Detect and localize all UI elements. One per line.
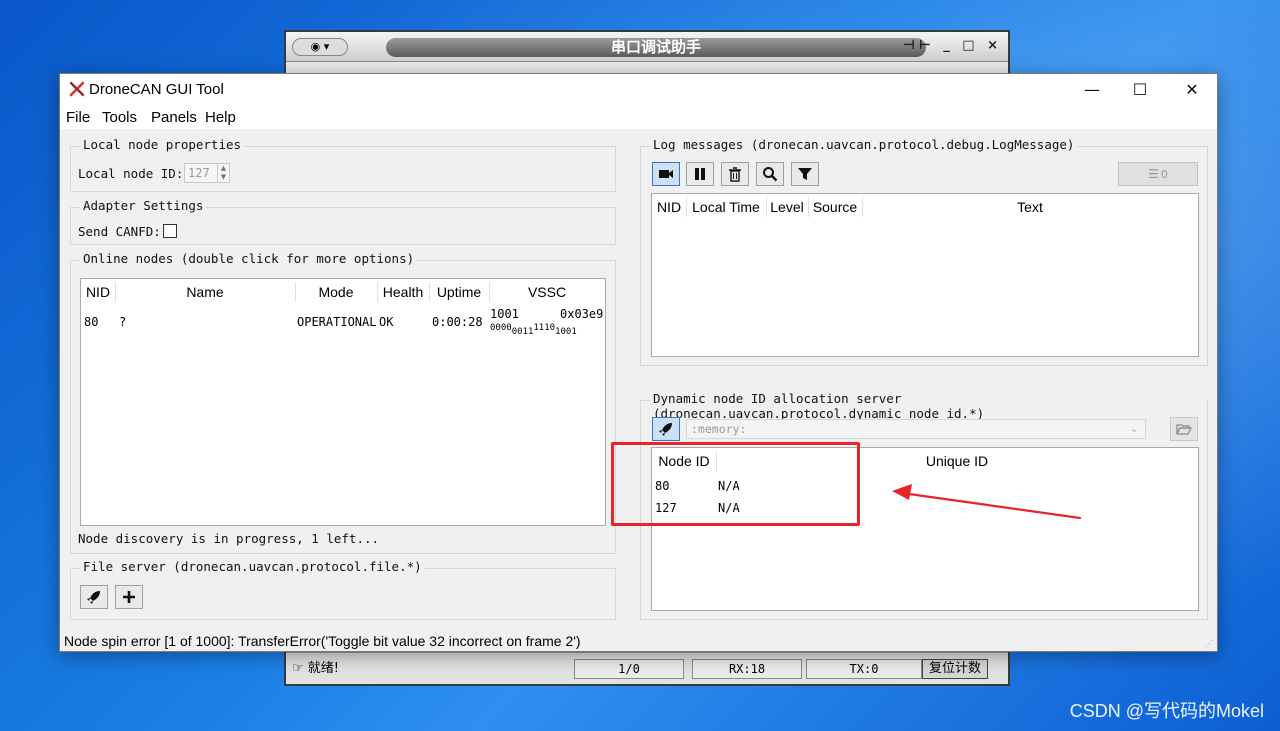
local-node-group-title: Local node properties bbox=[80, 137, 245, 152]
serial-rx-count: RX:18 bbox=[692, 659, 802, 679]
hand-pointer-icon: ☞ bbox=[292, 661, 304, 676]
column-header-nid[interactable]: NID bbox=[81, 279, 115, 305]
serial-window-title: 串口调试助手 bbox=[386, 38, 926, 57]
local-node-id-label: Local node ID: bbox=[78, 166, 184, 181]
dna-storage-combobox[interactable]: :memory: ⌄ bbox=[686, 419, 1146, 439]
node-mode: OPERATIONAL bbox=[297, 315, 377, 329]
node-nid: 80 bbox=[84, 315, 99, 329]
log-column-local-time[interactable]: Local Time bbox=[686, 194, 766, 220]
column-header-uptime[interactable]: Uptime bbox=[429, 279, 489, 305]
menu-tools[interactable]: Tools bbox=[102, 109, 137, 126]
menu-panels[interactable]: Panels bbox=[151, 109, 197, 126]
file-server-group: File server (dronecan.uavcan.protocol.fi… bbox=[70, 559, 616, 620]
vssc-bits-group: 1001 bbox=[555, 327, 577, 337]
dna-server-start-button[interactable] bbox=[652, 417, 680, 441]
log-counter-value: 0 bbox=[1160, 167, 1168, 181]
log-pause-button[interactable] bbox=[686, 162, 714, 186]
file-server-title: File server (dronecan.uavcan.protocol.fi… bbox=[80, 559, 425, 574]
file-server-start-button[interactable] bbox=[80, 585, 108, 609]
menu-file[interactable]: File bbox=[66, 109, 90, 126]
title-bar[interactable]: DroneCAN GUI Tool — ☐ ✕ bbox=[60, 74, 1217, 105]
serial-window-controls[interactable]: ⊣⊢ _ □ × bbox=[903, 38, 1002, 53]
node-vssc-hex: 0x03e9 bbox=[560, 307, 604, 321]
chevron-down-icon: ▾ bbox=[323, 40, 330, 53]
node-vssc-decimal: 1001 bbox=[490, 307, 519, 321]
dna-open-folder-button[interactable] bbox=[1170, 417, 1198, 441]
pause-icon bbox=[695, 168, 705, 180]
send-canfd-label: Send CANFD: bbox=[78, 224, 161, 239]
dronecan-logo-icon bbox=[69, 81, 85, 97]
log-clear-button[interactable] bbox=[721, 162, 749, 186]
window-title: DroneCAN GUI Tool bbox=[89, 81, 224, 98]
log-column-source[interactable]: Source bbox=[808, 194, 862, 220]
folder-open-icon bbox=[1176, 424, 1192, 435]
column-header-mode[interactable]: Mode bbox=[295, 279, 377, 305]
minimize-icon[interactable]: _ bbox=[943, 38, 954, 53]
serial-tx-count: TX:0 bbox=[806, 659, 922, 679]
serial-title-bar[interactable]: ◉ ▾ 串口调试助手 ⊣⊢ _ □ × bbox=[286, 32, 1008, 62]
close-icon[interactable]: × bbox=[987, 38, 1002, 53]
column-header-vssc[interactable]: VSSC bbox=[489, 279, 605, 305]
serial-status-bar: ☞ 就绪! 1/0 RX:18 TX:0 复位计数 bbox=[286, 652, 1008, 684]
local-node-id-spinbox[interactable]: 127 ▲ ▼ bbox=[184, 163, 230, 183]
node-vssc-binary: 0000001111101001 bbox=[490, 321, 577, 337]
camera-icon bbox=[659, 170, 673, 178]
chevron-down-icon: ⌄ bbox=[1129, 422, 1139, 435]
online-nodes-table[interactable]: NID Name Mode Health Uptime VSSC 80 ? OP… bbox=[80, 278, 606, 526]
csdn-watermark: CSDN @写代码的Mokel bbox=[1069, 701, 1264, 721]
node-health: OK bbox=[379, 315, 394, 329]
log-record-button[interactable] bbox=[652, 162, 680, 186]
send-canfd-checkbox[interactable] bbox=[163, 224, 177, 238]
log-counter-button[interactable]: ☰ 0 bbox=[1118, 162, 1198, 186]
dna-server-title: Dynamic node ID allocation server (drone… bbox=[650, 391, 1207, 421]
minimize-button[interactable]: — bbox=[1068, 74, 1116, 105]
local-node-id-value: 127 bbox=[188, 166, 210, 180]
eye-icon: ◉ bbox=[310, 40, 321, 53]
list-icon: ☰ bbox=[1148, 167, 1159, 181]
log-column-level[interactable]: Level bbox=[766, 194, 808, 220]
reset-count-button[interactable]: 复位计数 bbox=[922, 659, 989, 679]
pin-icon[interactable]: ⊣⊢ bbox=[903, 38, 935, 53]
online-nodes-title: Online nodes (double click for more opti… bbox=[80, 251, 418, 266]
log-messages-table[interactable]: NID Local Time Level Source Text bbox=[651, 193, 1199, 357]
annotation-highlight-box bbox=[611, 442, 860, 526]
menu-bar: File Tools Panels Help bbox=[60, 105, 1217, 129]
adapter-settings-title: Adapter Settings bbox=[80, 198, 207, 213]
plus-icon bbox=[123, 591, 135, 603]
search-icon bbox=[763, 167, 778, 182]
trash-icon bbox=[729, 167, 741, 182]
spin-arrows-icon[interactable]: ▲ ▼ bbox=[217, 164, 229, 182]
log-search-button[interactable] bbox=[756, 162, 784, 186]
dronecan-window[interactable]: DroneCAN GUI Tool — ☐ ✕ File Tools Panel… bbox=[59, 73, 1218, 652]
rocket-icon bbox=[87, 591, 100, 604]
serial-ready-text: 就绪! bbox=[307, 661, 340, 676]
vssc-bits-group: 0011 bbox=[511, 327, 534, 337]
serial-ratio-cell: 1/0 bbox=[574, 659, 684, 679]
node-discovery-status: Node discovery is in progress, 1 left... bbox=[78, 531, 380, 546]
log-column-text[interactable]: Text bbox=[862, 194, 1198, 220]
serial-menu-button[interactable]: ◉ ▾ bbox=[292, 38, 348, 56]
menu-help[interactable]: Help bbox=[205, 109, 236, 126]
serial-ready-status: ☞ 就绪! bbox=[292, 659, 339, 679]
node-name: ? bbox=[119, 315, 127, 329]
column-header-health[interactable]: Health bbox=[377, 279, 429, 305]
vssc-bits-group: 0000 bbox=[490, 323, 512, 333]
annotation-arrow-icon bbox=[892, 484, 1082, 520]
filter-icon bbox=[798, 168, 812, 180]
dna-storage-path: :memory: bbox=[691, 422, 747, 436]
resize-grip-icon[interactable]: ⋰ bbox=[1205, 639, 1215, 649]
status-bar-message: Node spin error [1 of 1000]: TransferErr… bbox=[64, 633, 581, 649]
log-column-nid[interactable]: NID bbox=[652, 194, 686, 220]
close-button[interactable]: ✕ bbox=[1168, 74, 1216, 105]
node-uptime: 0:00:28 bbox=[432, 315, 483, 329]
file-server-add-button[interactable] bbox=[115, 585, 143, 609]
rocket-icon bbox=[659, 423, 672, 436]
column-header-name[interactable]: Name bbox=[115, 279, 295, 305]
maximize-button[interactable]: ☐ bbox=[1116, 74, 1164, 105]
maximize-icon[interactable]: □ bbox=[962, 38, 978, 53]
log-filter-button[interactable] bbox=[791, 162, 819, 186]
vssc-bits-group: 1110 bbox=[533, 323, 556, 333]
log-messages-title: Log messages (dronecan.uavcan.protocol.d… bbox=[650, 137, 1078, 152]
